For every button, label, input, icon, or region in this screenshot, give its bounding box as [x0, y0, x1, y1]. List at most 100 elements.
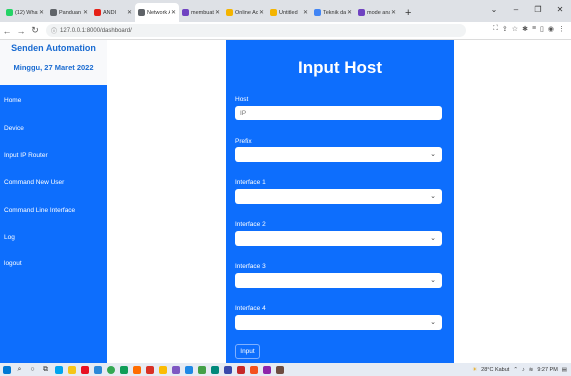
- close-tab-icon[interactable]: ✕: [347, 9, 352, 16]
- app-icon[interactable]: [260, 363, 273, 376]
- sidebar-item-home[interactable]: Home: [4, 97, 21, 104]
- app-icon[interactable]: [182, 363, 195, 376]
- start-icon[interactable]: [0, 363, 13, 376]
- chevron-down-icon[interactable]: ⌄: [483, 5, 505, 14]
- form-title: Input Host: [297, 58, 383, 77]
- sidebar-item-input-ip-router[interactable]: Input IP Router: [4, 152, 48, 159]
- chevron-down-icon: ⌄: [430, 319, 436, 326]
- close-tab-icon[interactable]: ✕: [303, 9, 308, 16]
- sidebar-item-command-line-interface[interactable]: Command Line Interface: [4, 207, 75, 214]
- translate-icon[interactable]: ⛶: [493, 25, 498, 33]
- forward-icon[interactable]: →: [14, 26, 28, 36]
- close-tab-icon[interactable]: ✕: [215, 9, 220, 16]
- app-icon[interactable]: [169, 363, 182, 376]
- browser-tab[interactable]: Untitled ✕: [267, 3, 311, 22]
- reading-list-icon[interactable]: ≡: [532, 25, 536, 33]
- close-tab-icon[interactable]: ✕: [259, 9, 264, 16]
- extensions-icon[interactable]: ✱: [522, 25, 528, 33]
- close-tab-icon[interactable]: ✕: [171, 9, 176, 16]
- app-icon[interactable]: [156, 363, 169, 376]
- tab-favicon-icon: [226, 9, 233, 16]
- browser-tab[interactable]: membuat ✕: [179, 3, 223, 22]
- chevron-down-icon: ⌄: [430, 235, 436, 242]
- app-icon[interactable]: [143, 363, 156, 376]
- chevron-down-icon: ⌄: [430, 151, 436, 158]
- host-input[interactable]: [235, 106, 442, 120]
- volume-icon[interactable]: ♪: [522, 367, 525, 373]
- tab-favicon-icon: [270, 9, 277, 16]
- tab-title: Online Ac: [235, 9, 258, 16]
- tab-favicon-icon: [6, 9, 13, 16]
- minimize-icon[interactable]: –: [505, 5, 527, 14]
- tab-title: membuat: [191, 9, 214, 16]
- close-tab-icon[interactable]: ✕: [39, 9, 44, 16]
- sidebar-item-log[interactable]: Log: [4, 234, 15, 241]
- app-icon[interactable]: [130, 363, 143, 376]
- weather-icon[interactable]: ☀: [472, 367, 477, 373]
- browser-toolbar: ⛶ ⇪ ☆ ✱ ≡ ▯ ◉ ⋮: [493, 25, 565, 33]
- browser-tab-active[interactable]: Network A ✕: [135, 3, 179, 22]
- menu-icon[interactable]: ⋮: [558, 25, 565, 33]
- input-host-form: Input Host Host Prefix ⌄ Interface 1 ⌄ I…: [226, 40, 454, 363]
- info-icon[interactable]: ⓘ: [51, 26, 57, 35]
- interface-2-label: Interface 2: [235, 221, 266, 228]
- clock-time[interactable]: 9:27 PM: [537, 367, 557, 373]
- side-panel-icon[interactable]: ▯: [540, 25, 544, 33]
- cortana-icon[interactable]: ○: [26, 363, 39, 376]
- app-icon[interactable]: [221, 363, 234, 376]
- prefix-select[interactable]: ⌄: [235, 147, 442, 162]
- browser-tab-strip: (12) Whats ✕ Panduan T ✕ ANDI ✕ Network …: [0, 0, 571, 22]
- close-tab-icon[interactable]: ✕: [83, 9, 88, 16]
- browser-tab[interactable]: mode ana ✕: [355, 3, 399, 22]
- reload-icon[interactable]: ↻: [28, 25, 42, 36]
- interface-3-select[interactable]: ⌄: [235, 273, 442, 288]
- app-icon[interactable]: [208, 363, 221, 376]
- sidebar-item-command-new-user[interactable]: Command New User: [4, 179, 64, 186]
- wifi-icon[interactable]: ≋: [529, 367, 534, 373]
- browser-tab[interactable]: ANDI ✕: [91, 3, 135, 22]
- app-icon[interactable]: [78, 363, 91, 376]
- tab-title: Panduan T: [59, 9, 82, 16]
- app-icon[interactable]: [273, 363, 286, 376]
- maximize-icon[interactable]: ❐: [527, 5, 549, 14]
- task-view-icon[interactable]: ⧉: [39, 363, 52, 376]
- back-icon[interactable]: ←: [0, 26, 14, 36]
- interface-4-select[interactable]: ⌄: [235, 315, 442, 330]
- close-window-icon[interactable]: ✕: [549, 5, 571, 14]
- chrome-icon[interactable]: [104, 363, 117, 376]
- tab-title: ANDI: [103, 9, 117, 16]
- share-icon[interactable]: ⇪: [502, 25, 508, 33]
- interface-1-select[interactable]: ⌄: [235, 189, 442, 204]
- app-icon[interactable]: [117, 363, 130, 376]
- input-submit-button[interactable]: Input: [235, 344, 260, 359]
- host-label: Host: [235, 96, 249, 103]
- chevron-up-icon[interactable]: ⌃: [513, 367, 518, 373]
- app-icon[interactable]: [91, 363, 104, 376]
- close-tab-icon[interactable]: ✕: [127, 9, 132, 16]
- notifications-icon[interactable]: ▤: [562, 367, 567, 373]
- tab-favicon-icon: [138, 9, 145, 16]
- profile-icon[interactable]: ◉: [548, 25, 554, 33]
- browser-tab[interactable]: Online Ac ✕: [223, 3, 267, 22]
- browser-tab[interactable]: Teknik da ✕: [311, 3, 355, 22]
- bookmark-star-icon[interactable]: ☆: [512, 25, 518, 33]
- app-icon[interactable]: [247, 363, 260, 376]
- tab-title: Network A: [147, 9, 170, 16]
- app-icon[interactable]: [52, 363, 65, 376]
- sidebar-item-device[interactable]: Device: [4, 125, 24, 132]
- weather-text[interactable]: 28°C Kabut: [481, 367, 509, 373]
- close-tab-icon[interactable]: ✕: [391, 9, 396, 16]
- interface-2-select[interactable]: ⌄: [235, 231, 442, 246]
- search-icon[interactable]: ⌕: [13, 363, 26, 376]
- browser-tab[interactable]: (12) Whats ✕: [3, 3, 47, 22]
- new-tab-button[interactable]: +: [399, 7, 417, 22]
- sidebar-brand: Senden Automation Minggu, 27 Maret 2022: [0, 40, 107, 85]
- app-icon[interactable]: [195, 363, 208, 376]
- windows-taskbar: ⌕ ○ ⧉ ☀ 28°C Kabut ⌃ ♪ ≋ 9:27 PM ▤: [0, 363, 571, 376]
- app-icon[interactable]: [234, 363, 247, 376]
- browser-tab[interactable]: Panduan T ✕: [47, 3, 91, 22]
- sidebar-item-logout[interactable]: logout: [4, 260, 22, 267]
- url-bar[interactable]: ⓘ 127.0.0.1:8000/dashboard/: [46, 24, 466, 37]
- folder-icon[interactable]: [65, 363, 78, 376]
- chevron-down-icon: ⌄: [430, 277, 436, 284]
